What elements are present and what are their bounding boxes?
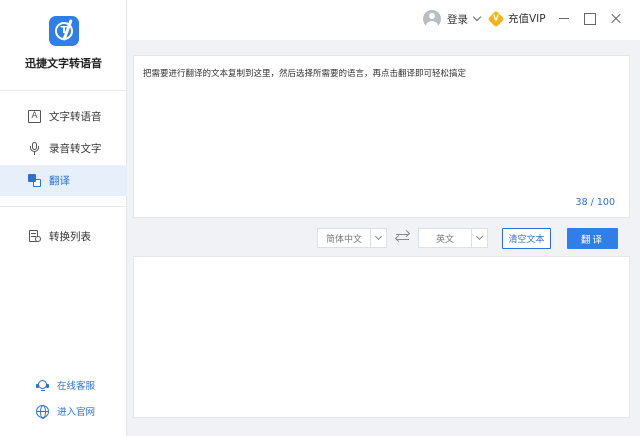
sidebar-item-label: 录音转文字	[49, 143, 102, 155]
app-title: 迅捷文字转语音	[25, 57, 102, 70]
chevron-down-icon	[370, 229, 386, 247]
target-language-select[interactable]: 英文	[418, 228, 488, 248]
source-text-area[interactable]: 把需要进行翻译的文本复制到这里，然后选择所需要的语言，再点击翻译即可轻松搞定 3…	[133, 55, 630, 218]
maximize-button[interactable]	[579, 8, 599, 28]
login-button[interactable]: 登录	[423, 10, 482, 28]
source-language-value: 简体中文	[325, 234, 362, 245]
vip-label: 充值VIP	[508, 13, 546, 25]
online-service-label: 在线客服	[57, 381, 96, 392]
source-language-select[interactable]: 简体中文	[317, 228, 387, 248]
vip-recharge-button[interactable]: 充值VIP	[487, 10, 546, 27]
sidebar-item-label: 翻译	[49, 175, 70, 187]
target-language-value: 英文	[435, 234, 454, 245]
vip-icon	[487, 10, 505, 27]
sidebar: T 迅捷文字转语音 文字转语音 录音转文字 翻译 转换列表 在线客服 进入官网	[0, 0, 127, 436]
divider	[0, 90, 127, 91]
sidebar-item-text-to-speech[interactable]: 文字转语音	[0, 101, 127, 132]
login-label: 登录	[447, 13, 468, 26]
sidebar-item-recording-to-text[interactable]: 录音转文字	[0, 133, 127, 164]
close-button[interactable]	[606, 8, 626, 28]
swap-languages-icon[interactable]	[394, 229, 411, 244]
official-site-link[interactable]: 进入官网	[36, 404, 96, 419]
chevron-down-icon	[471, 229, 487, 247]
divider	[0, 206, 127, 207]
sidebar-item-label: 转换列表	[49, 231, 91, 243]
avatar-icon	[423, 10, 441, 28]
translate-button[interactable]: 翻译	[567, 228, 618, 249]
source-text: 把需要进行翻译的文本复制到这里，然后选择所需要的语言，再点击翻译即可轻松搞定	[143, 69, 467, 79]
convert-list-icon	[28, 230, 41, 243]
translation-result-area[interactable]	[133, 256, 630, 418]
official-site-label: 进入官网	[57, 407, 96, 418]
clear-text-button[interactable]: 清空文本	[502, 228, 551, 249]
character-counter: 38 / 100	[575, 197, 615, 208]
globe-icon	[36, 404, 49, 419]
sidebar-item-label: 文字转语音	[49, 111, 102, 123]
online-service-link[interactable]: 在线客服	[36, 378, 95, 392]
sidebar-item-translate[interactable]: 翻译	[0, 165, 127, 196]
app-logo-icon: T	[49, 16, 79, 46]
title-bar: 登录 充值VIP	[127, 0, 640, 40]
minimize-button[interactable]	[554, 8, 574, 28]
translate-icon	[28, 174, 41, 187]
chevron-down-icon	[472, 12, 482, 22]
sidebar-item-convert-list[interactable]: 转换列表	[0, 221, 127, 252]
text-icon	[28, 110, 41, 123]
customer-service-icon	[36, 379, 49, 392]
microphone-icon	[28, 142, 41, 155]
